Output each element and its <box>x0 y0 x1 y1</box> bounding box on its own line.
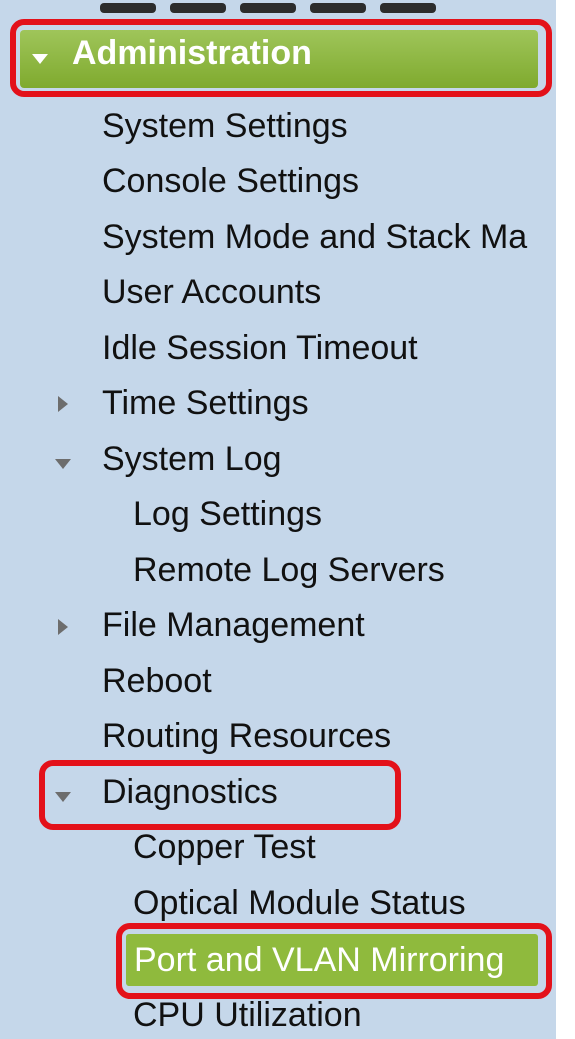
section-administration[interactable]: Administration <box>20 30 538 88</box>
nav-item-optical-module-status[interactable]: Optical Module Status <box>133 883 466 923</box>
nav-item-log-settings[interactable]: Log Settings <box>133 494 322 534</box>
triangle-down-icon[interactable] <box>55 459 71 469</box>
nav-item-idle-session-timeout[interactable]: Idle Session Timeout <box>102 328 418 368</box>
nav-item-console-settings[interactable]: Console Settings <box>102 161 359 201</box>
nav-item-system-settings[interactable]: System Settings <box>102 106 348 146</box>
nav-item-routing-resources[interactable]: Routing Resources <box>102 716 391 756</box>
triangle-right-icon[interactable] <box>58 619 68 635</box>
nav-item-port-and-vlan-mirroring[interactable]: Port and VLAN Mirroring <box>126 934 538 986</box>
nav-item-reboot[interactable]: Reboot <box>102 661 212 701</box>
page-edge <box>556 0 575 1039</box>
nav-item-system-log[interactable]: System Log <box>102 439 282 479</box>
nav-item-time-settings[interactable]: Time Settings <box>102 383 309 423</box>
triangle-right-icon[interactable] <box>58 396 68 412</box>
clipped-item-above <box>100 0 520 14</box>
triangle-down-icon[interactable] <box>55 792 71 802</box>
nav-item-diagnostics[interactable]: Diagnostics <box>102 772 278 812</box>
section-administration-label: Administration <box>72 34 312 72</box>
triangle-down-icon <box>32 54 48 64</box>
nav-item-system-mode[interactable]: System Mode and Stack Ma <box>102 217 527 257</box>
nav-item-port-and-vlan-mirroring-label: Port and VLAN Mirroring <box>134 941 505 979</box>
nav-item-copper-test[interactable]: Copper Test <box>133 827 316 867</box>
nav-item-cpu-utilization[interactable]: CPU Utilization <box>133 995 362 1035</box>
nav-item-remote-log-servers[interactable]: Remote Log Servers <box>133 550 445 590</box>
nav-item-user-accounts[interactable]: User Accounts <box>102 272 321 312</box>
sidebar-nav: Administration System Settings Console S… <box>0 0 556 1039</box>
nav-item-file-management[interactable]: File Management <box>102 605 365 645</box>
